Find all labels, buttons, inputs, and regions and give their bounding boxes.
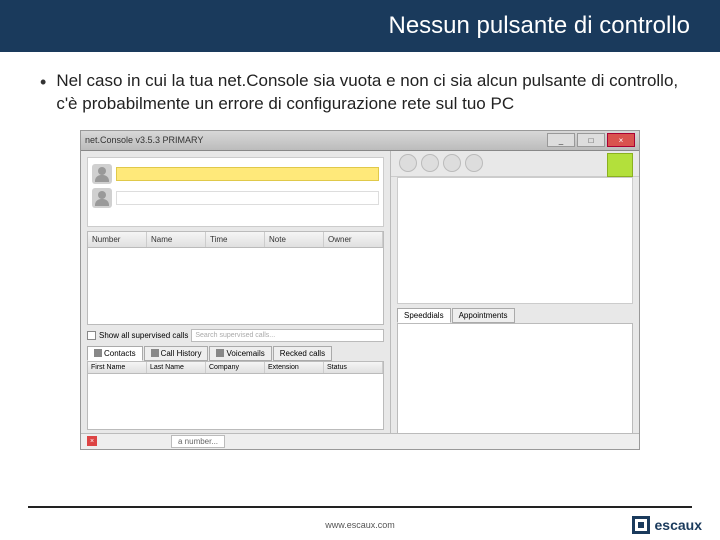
bullet-text: Nel caso in cui la tua net.Console sia v… [56,70,680,116]
back-arrow-icon[interactable] [399,154,417,172]
window-titlebar: net.Console v3.5.3 PRIMARY _ □ × [81,131,639,151]
app-screenshot: net.Console v3.5.3 PRIMARY _ □ × [80,130,640,450]
avatar-icon [92,164,112,184]
error-icon: × [87,436,97,446]
user-blank-row[interactable] [116,191,379,205]
supervised-search-input[interactable]: Search supervised calls... [191,329,384,342]
tab-voicemails[interactable]: Voicemails [209,346,271,361]
col-lastname: Last Name [147,362,206,373]
bullet-dot: • [40,70,46,95]
col-extension: Extension [265,362,324,373]
filter-bar: Show all supervised calls Search supervi… [87,329,384,342]
logo-icon [632,516,650,534]
right-pane: Speeddials Appointments [391,151,639,450]
refresh-arrow-icon[interactable] [443,154,461,172]
calls-grid-body[interactable] [87,248,384,325]
tab-call-history[interactable]: Call History [144,346,209,361]
slide-header: Nessun pulsante di controllo [0,0,720,52]
history-icon [151,349,159,357]
footer-divider [28,506,692,508]
right-tabs: Speeddials Appointments [397,308,633,323]
show-all-label: Show all supervised calls [99,331,188,340]
number-input[interactable]: a number... [171,435,225,448]
user-highlight-row[interactable] [116,167,379,181]
col-firstname: First Name [88,362,147,373]
nav-arrows [391,151,639,177]
tab-speeddials[interactable]: Speeddials [397,308,451,323]
left-tabs: Contacts Call History Voicemails Recked … [87,346,384,361]
slide-content: • Nel caso in cui la tua net.Console sia… [0,52,720,450]
col-company: Company [206,362,265,373]
avatar-icon [92,188,112,208]
slide-title: Nessun pulsante di controllo [388,12,690,40]
status-bar: × a number... [81,433,639,449]
brand-name: escaux [655,517,702,533]
right-body[interactable] [397,323,633,450]
contacts-header: First Name Last Name Company Extension S… [87,361,384,374]
col-number: Number [88,232,147,247]
col-status: Status [324,362,383,373]
calls-grid-header: Number Name Time Note Owner [87,231,384,248]
tab-contacts[interactable]: Contacts [87,346,143,361]
contacts-icon [94,349,102,357]
minimize-button[interactable]: _ [547,133,575,147]
user-area [87,157,384,227]
contacts-body[interactable] [87,374,384,430]
voicemail-icon [216,349,224,357]
show-all-checkbox[interactable] [87,331,96,340]
col-time: Time [206,232,265,247]
tab-recked[interactable]: Recked calls [273,346,332,361]
footer-url: www.escaux.com [0,520,720,530]
col-note: Note [265,232,324,247]
brand-logo: escaux [632,516,702,534]
tab-appointments[interactable]: Appointments [452,308,515,323]
brand-icon [607,153,633,177]
col-owner: Owner [324,232,383,247]
window-title: net.Console v3.5.3 PRIMARY [85,135,203,145]
forward-arrow-icon[interactable] [421,154,439,172]
bullet-item: • Nel caso in cui la tua net.Console sia… [40,70,680,116]
left-pane: Number Name Time Note Owner Show all sup… [81,151,391,450]
stop-arrow-icon[interactable] [465,154,483,172]
close-button[interactable]: × [607,133,635,147]
detail-panel [397,177,633,305]
col-name: Name [147,232,206,247]
maximize-button[interactable]: □ [577,133,605,147]
